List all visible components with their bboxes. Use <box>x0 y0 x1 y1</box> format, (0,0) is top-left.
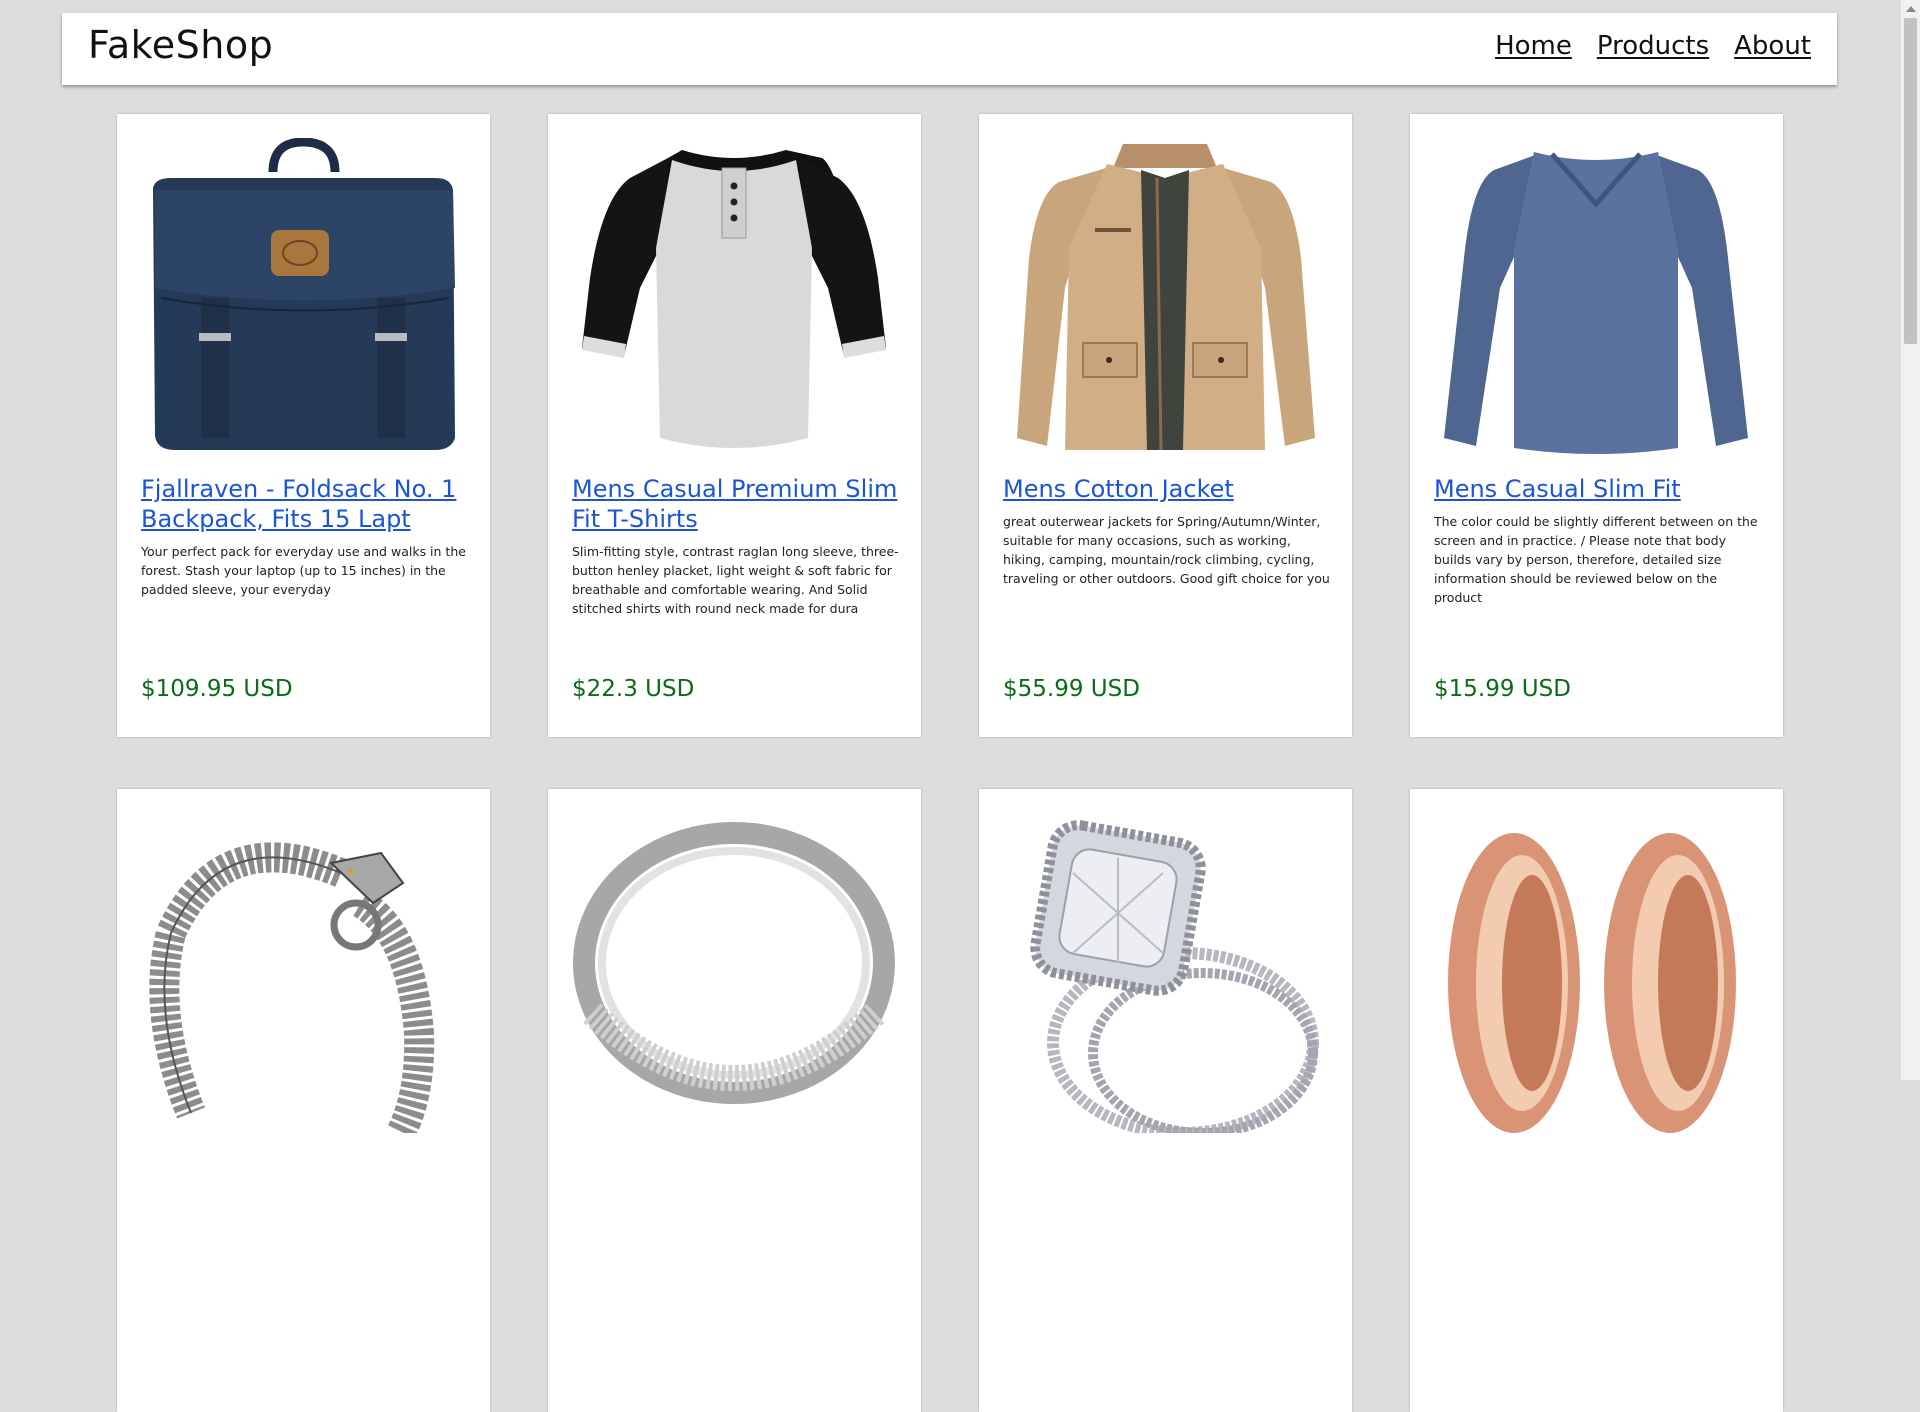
product-card: Mens Casual Slim Fit The color could be … <box>1410 114 1783 737</box>
page-scrollbar[interactable] <box>1901 0 1920 1080</box>
product-card <box>548 789 921 1412</box>
product-image-diamond-ring[interactable] <box>1003 813 1328 1133</box>
product-description: Your perfect pack for everyday use and w… <box>141 544 466 597</box>
product-image-jacket[interactable] <box>1003 138 1328 458</box>
nav-about-link[interactable]: About <box>1734 31 1811 61</box>
bracelet-image <box>149 842 435 1133</box>
ring-image <box>573 822 895 1104</box>
product-card <box>117 789 490 1412</box>
product-title-link[interactable]: Fjallraven - Foldsack No. 1 Backpack, Fi… <box>141 474 471 534</box>
product-image-tshirt[interactable] <box>572 138 897 458</box>
nav-home-link[interactable]: Home <box>1495 31 1572 61</box>
product-grid: Fjallraven - Foldsack No. 1 Backpack, Fi… <box>117 114 1783 1412</box>
diamond-ring-image <box>1030 820 1319 1133</box>
product-card <box>979 789 1352 1412</box>
product-card: Fjallraven - Foldsack No. 1 Backpack, Fi… <box>117 114 490 737</box>
product-price: $22.3 USD <box>572 676 695 702</box>
product-card: Mens Casual Premium Slim Fit T-Shirts Sl… <box>548 114 921 737</box>
product-title-link[interactable]: Mens Casual Premium Slim Fit T-Shirts <box>572 474 902 534</box>
product-description: Slim-fitting style, contrast raglan long… <box>572 544 899 616</box>
product-image-plugs[interactable] <box>1434 813 1759 1133</box>
product-description: The color could be slightly different be… <box>1434 514 1758 605</box>
jacket-image <box>1017 144 1315 451</box>
scroll-up-icon[interactable] <box>1906 6 1916 12</box>
product-price: $55.99 USD <box>1003 676 1140 702</box>
nav-products-link[interactable]: Products <box>1597 31 1709 61</box>
rose-gold-plugs-image <box>1448 833 1736 1133</box>
product-image-longsleeve[interactable] <box>1434 138 1759 458</box>
scrollbar-thumb[interactable] <box>1904 18 1917 344</box>
product-card <box>1410 789 1783 1412</box>
longsleeve-image <box>1444 152 1748 454</box>
product-description: great outerwear jackets for Spring/Autum… <box>1003 514 1330 586</box>
product-price: $109.95 USD <box>141 676 293 702</box>
product-title-link[interactable]: Mens Casual Slim Fit <box>1434 474 1764 504</box>
product-image-bracelet[interactable] <box>141 813 466 1133</box>
product-image-backpack[interactable] <box>141 138 466 458</box>
site-header: FakeShop Home Products About <box>62 13 1837 85</box>
product-title-link[interactable]: Mens Cotton Jacket <box>1003 474 1333 504</box>
brand-logo[interactable]: FakeShop <box>88 23 273 67</box>
product-card: Mens Cotton Jacket great outerwear jacke… <box>979 114 1352 737</box>
main-nav: Home Products About <box>1495 31 1811 61</box>
product-price: $15.99 USD <box>1434 676 1571 702</box>
backpack-image <box>153 138 455 450</box>
tshirt-image <box>582 150 886 448</box>
product-image-ring[interactable] <box>572 813 897 1133</box>
